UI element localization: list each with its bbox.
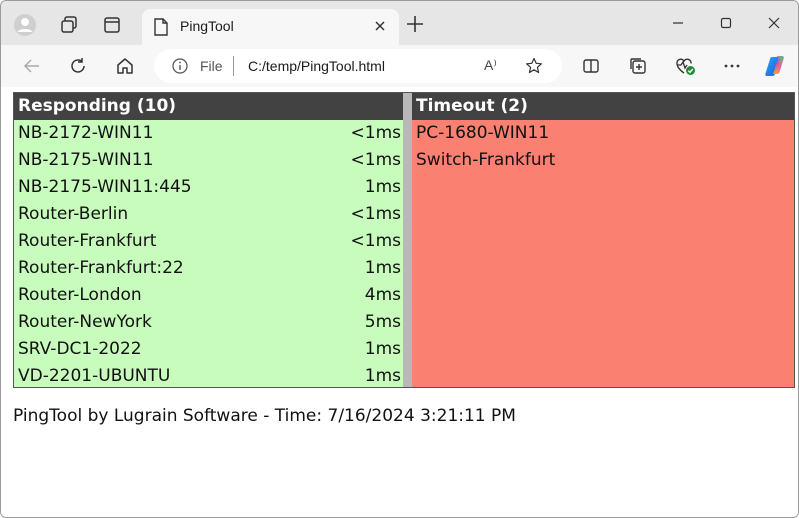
back-arrow-icon xyxy=(23,59,39,73)
refresh-icon xyxy=(71,58,85,73)
responding-row: Router-London 4ms xyxy=(14,282,403,309)
responding-row: NB-2175-WIN11 <1ms xyxy=(14,147,403,174)
favorite-star-icon[interactable] xyxy=(525,57,543,75)
profile-icon[interactable] xyxy=(13,13,37,37)
copilot-icon xyxy=(765,56,784,76)
address-scheme: File xyxy=(200,58,223,74)
column-divider xyxy=(403,93,412,387)
host-name: Router-NewYork xyxy=(18,312,152,332)
host-name: Router-Berlin xyxy=(18,204,129,224)
minimize-icon xyxy=(673,22,683,24)
responding-row: Router-Frankfurt <1ms xyxy=(14,228,403,255)
ping-time: 1ms xyxy=(364,258,401,278)
timeout-row: Switch-Frankfurt xyxy=(412,147,794,174)
collections-button[interactable] xyxy=(626,54,650,78)
copilot-button[interactable] xyxy=(763,54,787,78)
responding-column: Responding (10) NB-2172-WIN11 <1ms NB-217… xyxy=(14,93,403,387)
ping-time: 1ms xyxy=(364,339,401,359)
address-separator xyxy=(233,56,234,76)
ping-time: 5ms xyxy=(364,312,401,332)
refresh-button[interactable] xyxy=(66,54,90,78)
address-bar[interactable]: File C:/temp/PingTool.html A⁾ xyxy=(154,49,562,83)
status-footer: PingTool by Lugrain Software - Time: 7/1… xyxy=(13,406,516,426)
responding-row: Router-NewYork 5ms xyxy=(14,309,403,336)
close-window-button[interactable] xyxy=(751,11,797,35)
responding-row: NB-2172-WIN11 <1ms xyxy=(14,120,403,147)
split-screen-icon xyxy=(583,59,599,73)
heart-pulse-icon xyxy=(676,58,695,75)
workspaces-icon[interactable] xyxy=(57,13,81,37)
address-url[interactable]: C:/temp/PingTool.html xyxy=(248,58,385,74)
responding-row: VD-2201-UBUNTU 1ms xyxy=(14,363,403,390)
close-tab-icon[interactable] xyxy=(373,19,387,33)
more-options-button[interactable] xyxy=(720,54,744,78)
back-button[interactable] xyxy=(20,54,44,78)
host-name: NB-2175-WIN11 xyxy=(18,150,154,170)
host-name: Router-Frankfurt xyxy=(18,231,157,251)
maximize-button[interactable] xyxy=(703,11,749,35)
maximize-icon xyxy=(720,17,732,29)
tab-actions-icon[interactable] xyxy=(100,13,124,37)
host-name: Router-Frankfurt:22 xyxy=(18,258,184,278)
page-content: Responding (10) NB-2172-WIN11 <1ms NB-217… xyxy=(1,88,798,517)
read-aloud-icon[interactable]: A⁾ xyxy=(484,57,504,75)
ping-time: <1ms xyxy=(350,231,401,251)
browser-essentials-button[interactable] xyxy=(673,54,697,78)
ping-time: 1ms xyxy=(364,366,401,386)
timeout-column: Timeout (2) PC-1680-WIN11 Switch-Frankfu… xyxy=(412,93,794,387)
timeout-row: PC-1680-WIN11 xyxy=(412,120,794,147)
host-name: NB-2172-WIN11 xyxy=(18,123,154,143)
timeout-list: PC-1680-WIN11 Switch-Frankfurt xyxy=(412,120,794,174)
more-icon xyxy=(724,64,740,68)
host-name: SRV-DC1-2022 xyxy=(18,339,142,359)
home-icon xyxy=(117,58,133,74)
split-screen-button[interactable] xyxy=(579,54,603,78)
ping-time: <1ms xyxy=(350,123,401,143)
tab-pingtool[interactable]: PingTool xyxy=(142,9,399,45)
responding-header: Responding (10) xyxy=(14,93,403,120)
minimize-button[interactable] xyxy=(655,11,701,35)
responding-list: NB-2172-WIN11 <1ms NB-2175-WIN11 <1ms NB-2… xyxy=(14,120,403,390)
ping-time: <1ms xyxy=(350,150,401,170)
host-name: NB-2175-WIN11:445 xyxy=(18,177,192,197)
tab-title: PingTool xyxy=(180,18,234,34)
info-icon[interactable] xyxy=(172,58,188,74)
browser-window: PingTool File C:/temp/PingTool.html A⁾ R… xyxy=(0,0,799,518)
new-tab-icon[interactable] xyxy=(406,15,424,33)
host-name: VD-2201-UBUNTU xyxy=(18,366,171,386)
timeout-header: Timeout (2) xyxy=(412,93,794,120)
close-icon xyxy=(768,17,780,29)
host-name: Switch-Frankfurt xyxy=(416,150,556,170)
tab-strip: PingTool xyxy=(1,1,798,45)
responding-row: Router-Berlin <1ms xyxy=(14,201,403,228)
host-name: PC-1680-WIN11 xyxy=(416,123,550,143)
home-button[interactable] xyxy=(113,54,137,78)
host-name: Router-London xyxy=(18,285,142,305)
browser-toolbar: File C:/temp/PingTool.html A⁾ xyxy=(1,45,798,87)
page-icon xyxy=(154,18,168,36)
ping-time: 1ms xyxy=(364,177,401,197)
responding-row: SRV-DC1-2022 1ms xyxy=(14,336,403,363)
ping-time: <1ms xyxy=(350,204,401,224)
responding-row: NB-2175-WIN11:445 1ms xyxy=(14,174,403,201)
ping-time: 4ms xyxy=(364,285,401,305)
ping-results-panel: Responding (10) NB-2172-WIN11 <1ms NB-217… xyxy=(13,92,795,388)
responding-row: Router-Frankfurt:22 1ms xyxy=(14,255,403,282)
collections-icon xyxy=(630,58,646,74)
